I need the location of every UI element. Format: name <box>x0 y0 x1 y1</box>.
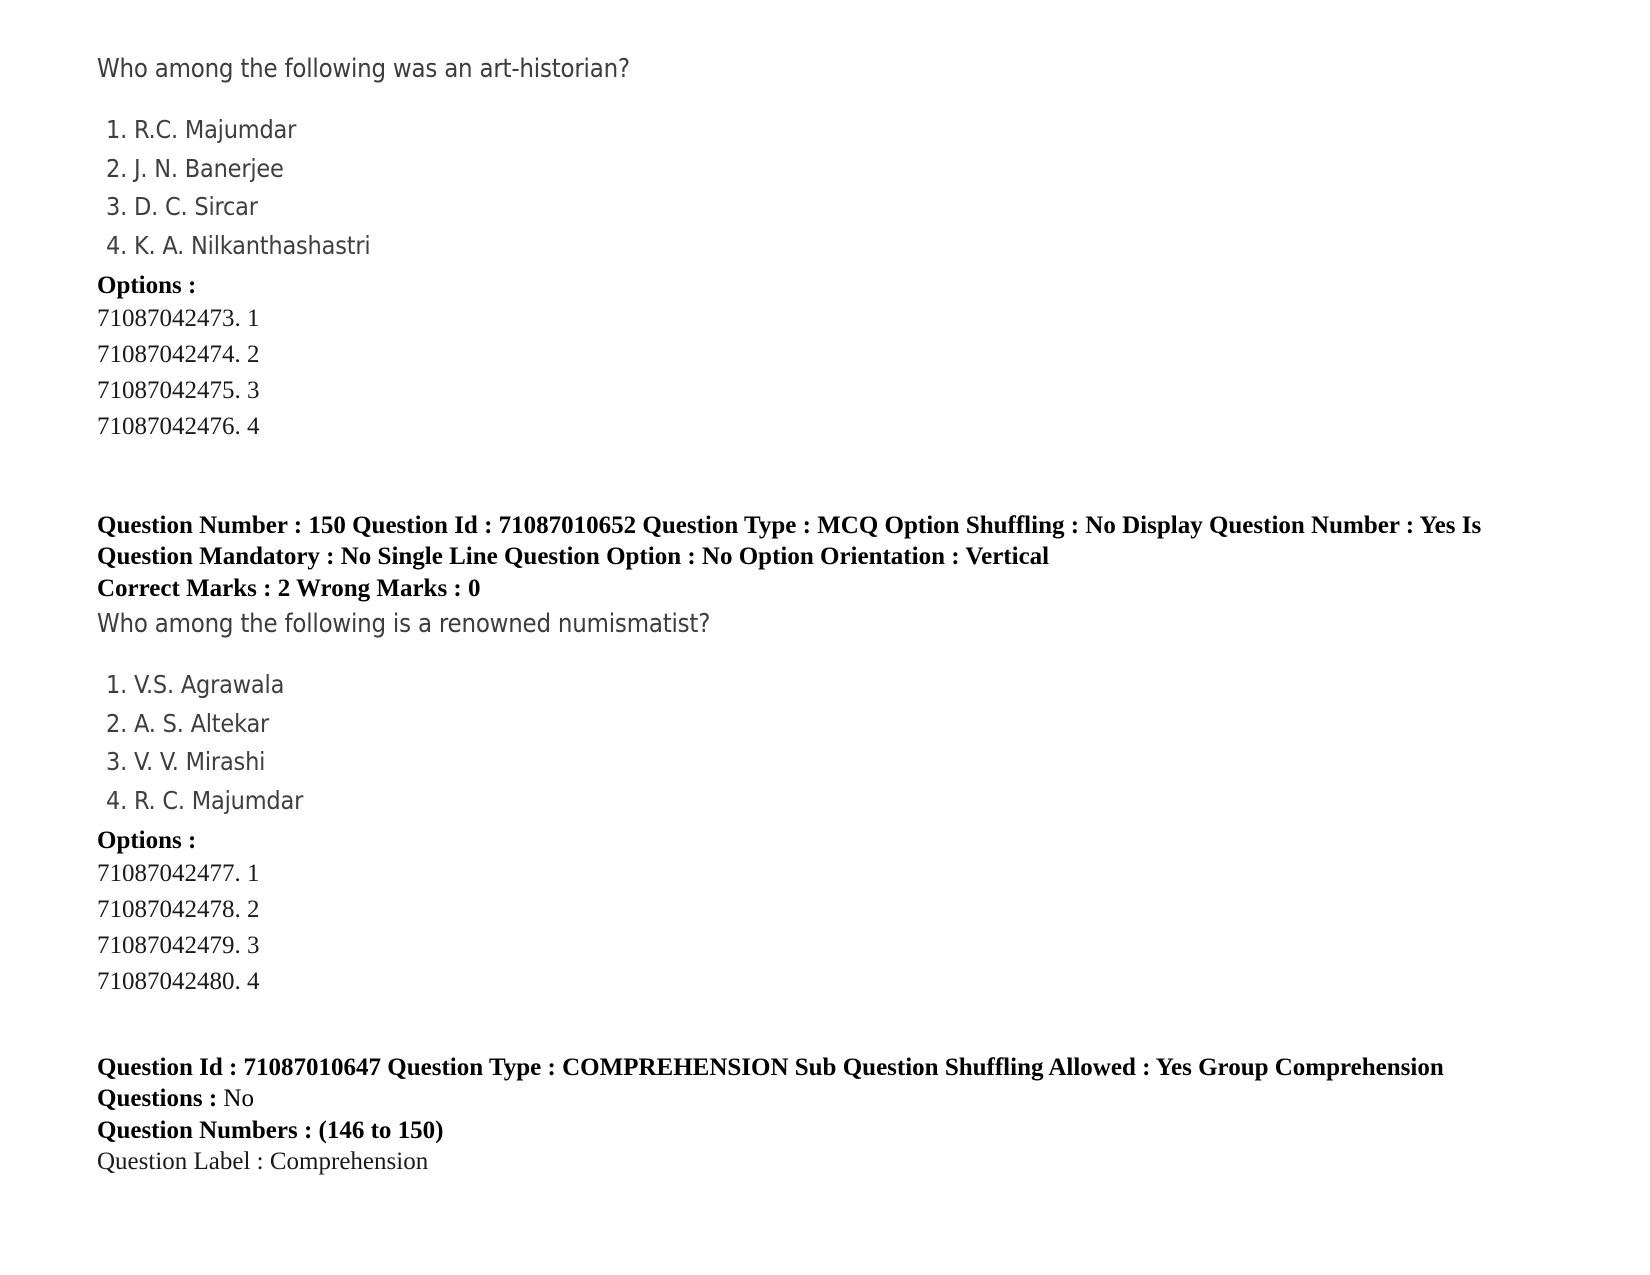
choice-item[interactable]: 2. A. S. Altekar <box>97 711 1537 736</box>
document-page: Who among the following was an art-histo… <box>0 0 1650 1275</box>
comprehension-meta-line-1: Question Id : 71087010647 Question Type … <box>97 1052 1537 1115</box>
question-149-choice-list: 1. R.C. Majumdar 2. J. N. Banerjee 3. D.… <box>97 117 1537 258</box>
comprehension-question-label: Question Label : Comprehension <box>97 1148 429 1176</box>
question-149-options-label: Options : <box>97 272 197 300</box>
question-149-prompt: Who among the following was an art-histo… <box>97 54 630 84</box>
option-id: 71087042477. 1 <box>97 859 260 887</box>
page-content: Who among the following was an art-histo… <box>97 55 1537 1178</box>
question-150-marks-line: Correct Marks : 2 Wrong Marks : 0 <box>97 574 481 602</box>
question-150-options-label: Options : <box>97 827 197 855</box>
choice-item[interactable]: 4. K. A. Nilkanthashastri <box>97 233 1537 258</box>
question-150-option-id-list: 71087042477. 1 71087042478. 2 7108704247… <box>97 861 1537 994</box>
option-id: 71087042473. 1 <box>97 304 260 332</box>
question-149-option-id-list: 71087042473. 1 71087042474. 2 7108704247… <box>97 306 1537 439</box>
question-150-prompt: Who among the following is a renowned nu… <box>97 609 711 640</box>
choice-item[interactable]: 2. J. N. Banerjee <box>97 156 1537 181</box>
comprehension-meta-plain-part: No <box>223 1085 254 1113</box>
choice-item[interactable]: 1. R.C. Majumdar <box>97 117 1537 142</box>
option-id: 71087042474. 2 <box>97 340 260 368</box>
comprehension-question-numbers: Question Numbers : (146 to 150) <box>97 1116 444 1144</box>
choice-item[interactable]: 1. V.S. Agrawala <box>97 672 1537 697</box>
choice-item[interactable]: 4. R. C. Majumdar <box>97 788 1537 813</box>
option-id: 71087042476. 4 <box>97 412 260 440</box>
option-id: 71087042480. 4 <box>97 967 260 995</box>
option-id: 71087042478. 2 <box>97 895 260 923</box>
comprehension-meta-bold-part: Question Id : 71087010647 Question Type … <box>97 1053 1444 1113</box>
question-150-meta-line-1: Question Number : 150 Question Id : 7108… <box>97 511 1482 571</box>
comprehension-metadata-block: Question Id : 71087010647 Question Type … <box>97 1052 1537 1178</box>
choice-item[interactable]: 3. D. C. Sircar <box>97 194 1537 219</box>
question-150-metadata: Question Number : 150 Question Id : 7108… <box>97 510 1537 605</box>
question-150-choice-list: 1. V.S. Agrawala 2. A. S. Altekar 3. V. … <box>97 672 1537 813</box>
option-id: 71087042479. 3 <box>97 931 260 959</box>
question-150-block: Who among the following is a renowned nu… <box>97 610 1537 994</box>
option-id: 71087042475. 3 <box>97 376 260 404</box>
question-149-block: Who among the following was an art-histo… <box>97 55 1537 439</box>
choice-item[interactable]: 3. V. V. Mirashi <box>97 749 1537 774</box>
